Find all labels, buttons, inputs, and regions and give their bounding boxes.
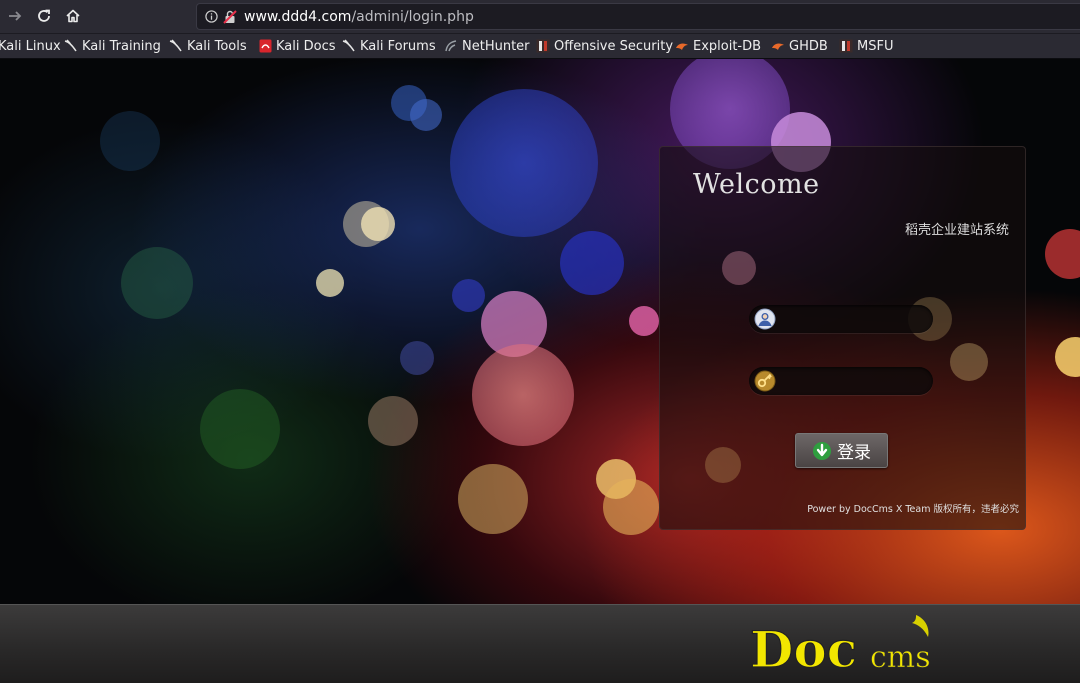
username-input[interactable] [781,309,925,331]
bokeh-bubble [603,479,659,535]
address-bar[interactable]: www.ddd4.com/admini/login.php [196,3,1080,30]
arrow-right-icon [9,11,22,21]
kali-dragon-icon [342,39,355,52]
bokeh-bubble [410,99,442,131]
bokeh-bubble [560,231,624,295]
bookmark-label: Offensive Security [554,38,674,54]
bookmark-label: GHDB [789,38,828,54]
user-avatar-icon [754,308,776,330]
insecure-lock-icon[interactable] [223,10,237,24]
offensive-security-icon [536,39,550,53]
bookmark-label: Kali Linux [0,38,61,54]
key-icon [754,370,776,392]
forward-button[interactable] [5,6,25,26]
bookmark-label: Kali Training [82,38,161,54]
bokeh-bubble [400,341,434,375]
bokeh-bubble [200,389,280,469]
bookmarks-bar: Kali Linux Kali Training Kali Tools Kali… [0,34,1080,59]
bookmark-nethunter[interactable]: NetHunter [444,38,530,54]
login-panel: Welcome 稻壳企业建站系统 登录 Power by DocCms X Te… [659,146,1026,530]
bookmark-ghdb[interactable]: GHDB [771,38,828,54]
bokeh-bubble [458,464,528,534]
url-text[interactable]: www.ddd4.com/admini/login.php [244,9,474,25]
bookmark-msfu[interactable]: MSFU [839,38,893,54]
bookmark-kali-tools[interactable]: Kali Tools [169,38,247,54]
bokeh-bubble [368,396,418,446]
bokeh-bubble [1045,229,1080,279]
info-icon[interactable] [205,10,218,23]
bokeh-bubble [450,89,598,237]
bookmark-kali-forums[interactable]: Kali Forums [342,38,436,54]
powered-by-text: Power by DocCms X Team 版权所有，违者必究 [807,504,1019,515]
bookmark-offensive-security[interactable]: Offensive Security [536,38,673,54]
url-host: www.ddd4.com [244,9,352,25]
bokeh-bubble [100,111,160,171]
nethunter-icon [445,40,457,52]
bookmark-label: Exploit-DB [693,38,762,54]
bookmark-label: Kali Docs [276,38,336,54]
exploit-db-icon [772,43,784,50]
bokeh-bubble [950,343,988,381]
home-button[interactable] [63,6,83,26]
logo-doc-text: Doc [750,620,857,675]
home-icon [66,9,80,23]
bookmark-label: Kali Forums [360,38,436,54]
bookmark-label: NetHunter [462,38,530,54]
page-footer: Doc cms [0,604,1080,683]
bookmark-label: MSFU [857,38,894,54]
system-subtitle: 稻壳企业建站系统 [904,223,1009,238]
bokeh-bubble [316,269,344,297]
bokeh-bubble [452,279,485,312]
login-button-label: 登录 [837,443,871,463]
bokeh-bubble [629,306,659,336]
bokeh-bubble [705,447,741,483]
url-path: /admini/login.php [351,9,474,25]
username-field[interactable] [749,305,933,333]
bokeh-bubble [722,251,756,285]
offensive-security-icon [839,39,853,53]
password-field[interactable] [749,367,933,395]
kali-dragon-icon [169,39,182,52]
reload-button[interactable] [34,6,54,26]
kali-docs-icon [259,39,272,53]
welcome-title: Welcome [693,169,820,200]
bookmark-kali-training[interactable]: Kali Training [64,38,161,54]
doccms-logo: Doc cms [749,615,931,675]
exploit-db-icon [676,43,688,50]
browser-toolbar: www.ddd4.com/admini/login.php [0,0,1080,34]
logo-cms-text: cms [870,640,931,675]
bokeh-bubble [361,207,395,241]
login-button[interactable]: 登录 [795,433,888,468]
green-arrow-icon [813,441,831,460]
bookmark-label: Kali Tools [187,38,247,54]
bookmark-exploit-db[interactable]: Exploit-DB [675,38,761,54]
bokeh-bubble [121,247,193,319]
login-page-background: Welcome 稻壳企业建站系统 登录 Power by DocCms X Te… [0,59,1080,604]
bokeh-bubble [1055,337,1080,377]
kali-dragon-icon [64,39,77,52]
bookmark-kali-linux[interactable]: Kali Linux [0,38,61,54]
bokeh-bubble [472,344,574,446]
bookmark-kali-docs[interactable]: Kali Docs [259,38,336,54]
reload-icon [38,9,50,22]
password-input[interactable] [781,371,925,393]
